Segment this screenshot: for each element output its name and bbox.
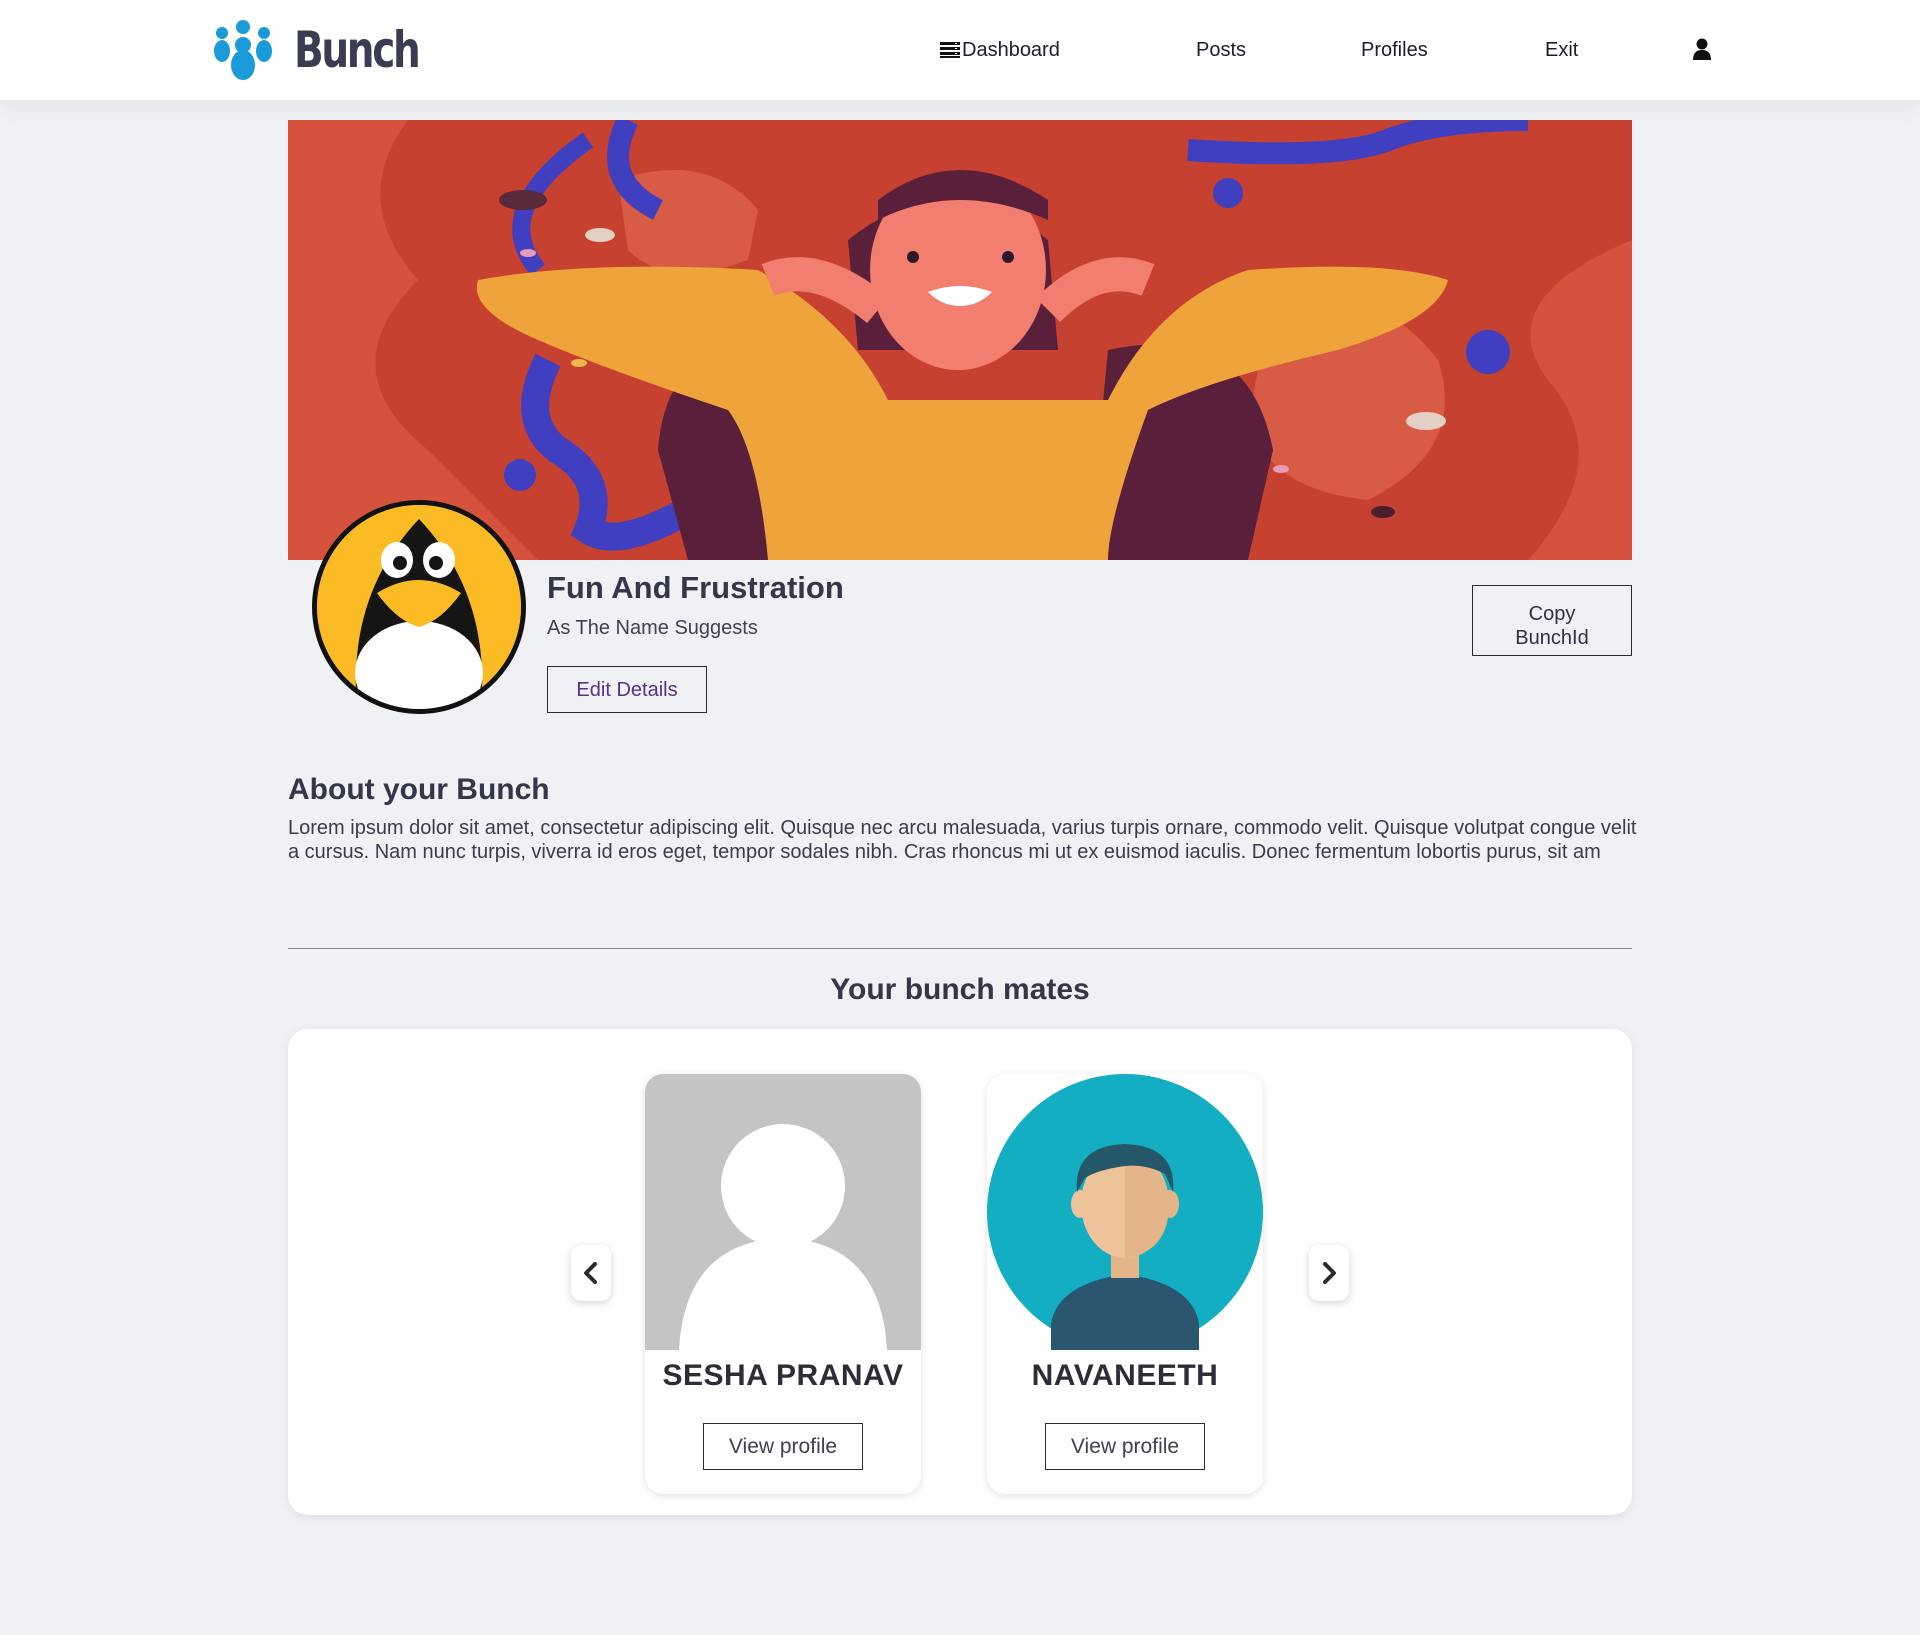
bunch-mates-heading: Your bunch mates	[830, 973, 1090, 1006]
brand-name: Bunch	[294, 21, 421, 79]
nav-posts[interactable]: Posts	[1196, 36, 1246, 64]
bunch-avatar	[312, 500, 526, 714]
nav-profiles[interactable]: Profiles	[1361, 36, 1428, 64]
man-avatar-image	[987, 1074, 1263, 1350]
about-text: Lorem ipsum dolor sit amet, consectetur …	[288, 817, 1637, 863]
people-group-icon	[214, 20, 272, 80]
mate-name: NAVANEETH	[1031, 1359, 1219, 1392]
default-avatar-image	[645, 1074, 921, 1350]
edit-details-button[interactable]: Edit Details	[547, 666, 707, 713]
mate-card: SESHA PRANAV View profile	[645, 1074, 921, 1494]
bunch-subtitle: As The Name Suggests	[547, 617, 758, 639]
view-profile-button[interactable]: View profile	[1045, 1423, 1205, 1470]
copy-bunchid-button[interactable]: Copy BunchId	[1472, 585, 1632, 656]
chevron-left-icon	[584, 1262, 597, 1284]
bunch-mates-carousel	[288, 1029, 1632, 1515]
mate-card: NAVANEETH View profile	[987, 1074, 1263, 1494]
copy-bunchid-label-line2: BunchId	[1515, 626, 1589, 649]
nav-dashboard-label: Dashboard	[962, 39, 1060, 61]
nav-dashboard[interactable]: Dashboard	[940, 36, 1060, 64]
copy-bunchid-label-line1: Copy	[1528, 602, 1576, 625]
bunch-cover-image	[288, 120, 1632, 560]
chevron-right-icon	[1323, 1262, 1336, 1284]
brand-logo[interactable]: Bunch	[212, 18, 454, 82]
section-divider	[288, 948, 1632, 949]
bunch-title: Fun And Frustration	[547, 570, 844, 605]
mate-name: SESHA PRANAV	[662, 1359, 904, 1392]
view-profile-button[interactable]: View profile	[703, 1423, 863, 1470]
menu-icon	[940, 42, 960, 58]
top-navbar: Bunch Dashboard Posts Profiles Exit	[0, 0, 1920, 100]
nav-exit[interactable]: Exit	[1545, 36, 1578, 64]
carousel-next-button[interactable]	[1309, 1245, 1349, 1301]
about-heading: About your Bunch	[288, 773, 550, 806]
penguin-icon	[317, 505, 521, 709]
user-icon[interactable]	[1690, 36, 1714, 64]
carousel-prev-button[interactable]	[571, 1245, 611, 1301]
